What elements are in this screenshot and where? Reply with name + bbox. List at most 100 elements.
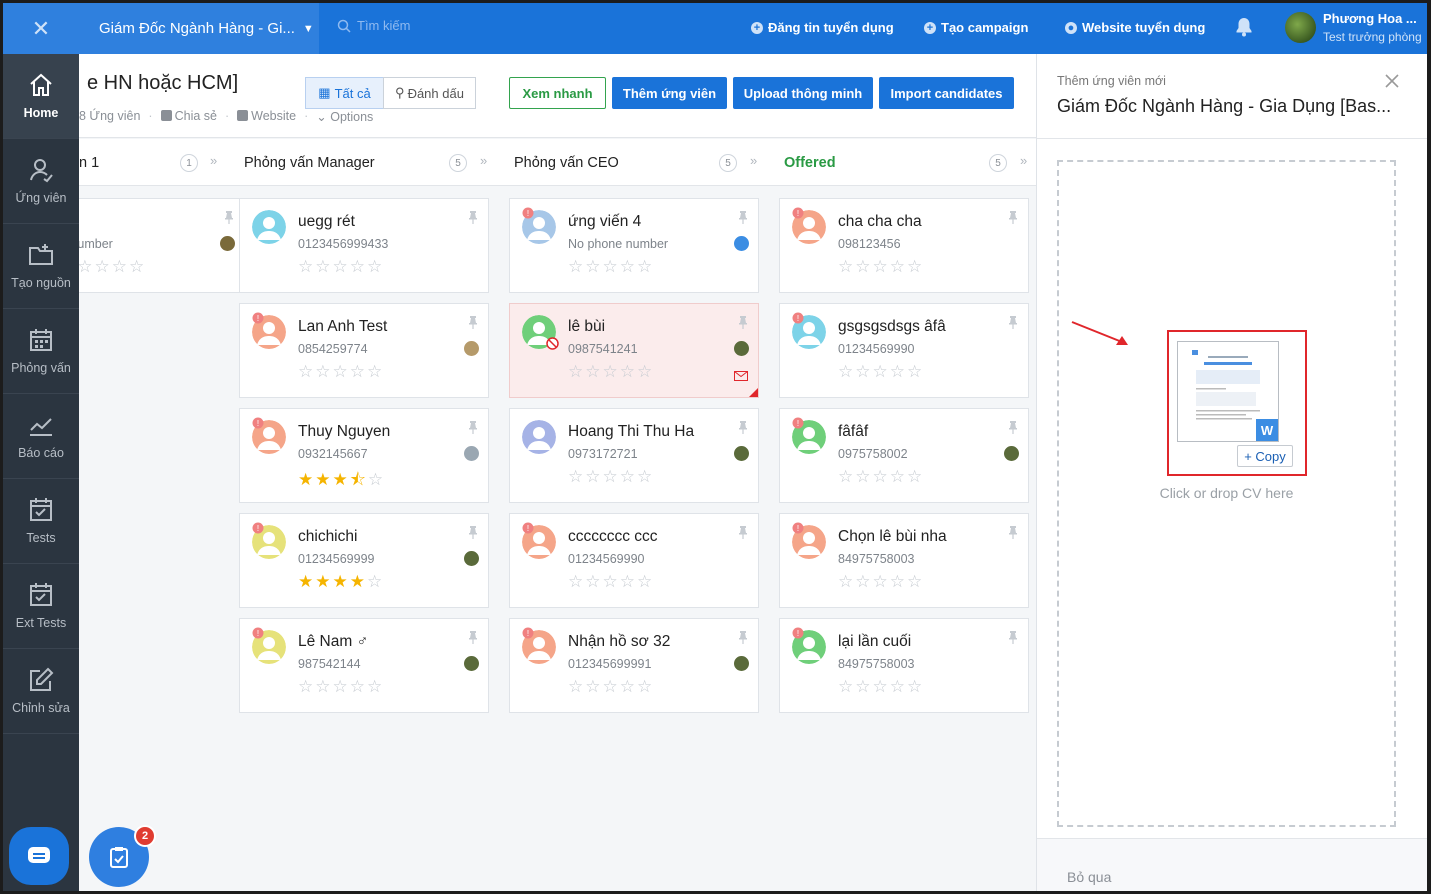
star-icon[interactable]: ★ (315, 572, 332, 591)
pin-icon[interactable] (738, 421, 748, 439)
star-icon[interactable]: ☆ (350, 362, 367, 381)
pin-icon[interactable] (738, 526, 748, 544)
rating-stars[interactable]: ☆☆☆☆☆ (838, 677, 924, 697)
sidebar-item-sourcing[interactable]: Tạo nguồn (3, 224, 79, 309)
star-icon[interactable]: ☆ (838, 467, 855, 486)
star-icon[interactable]: ★ (333, 470, 350, 489)
sidebar-item-tests[interactable]: Tests (3, 479, 79, 564)
star-icon[interactable]: ☆ (603, 572, 620, 591)
star-icon[interactable]: ☆ (890, 572, 907, 591)
star-icon[interactable]: ☆ (585, 257, 602, 276)
star-icon[interactable]: ☆ (873, 467, 890, 486)
user-name[interactable]: Phương Hoa ... (1323, 11, 1417, 26)
candidate-card[interactable]: Hoang Thi Thu Ha 0973172721 ☆☆☆☆☆ (509, 408, 759, 503)
stage-header[interactable]: Phỏng vấn CEO 5 » (514, 139, 776, 186)
star-icon[interactable]: ★ (298, 572, 315, 591)
star-icon[interactable]: ⯪ (350, 470, 368, 489)
star-icon[interactable]: ☆ (620, 467, 637, 486)
star-icon[interactable]: ☆ (315, 362, 332, 381)
close-icon[interactable]: ✕ (3, 3, 79, 54)
candidate-card[interactable]: ! cha cha cha 098123456 ☆☆☆☆☆ (779, 198, 1029, 293)
candidate-card[interactable]: uie number☆☆☆☆☆ (79, 198, 245, 293)
star-icon[interactable]: ☆ (855, 677, 872, 696)
star-icon[interactable]: ☆ (568, 362, 585, 381)
candidate-card[interactable]: ! Thuy Nguyen 0932145667 ★★★⯪☆ (239, 408, 489, 503)
post-job-link[interactable]: + Đăng tin tuyển dụng (751, 20, 894, 35)
star-icon[interactable]: ☆ (890, 677, 907, 696)
star-icon[interactable]: ☆ (637, 362, 654, 381)
filter-marked-button[interactable]: ⚲ Đánh dấu (383, 77, 476, 109)
star-icon[interactable]: ☆ (637, 257, 654, 276)
candidate-name[interactable]: gsgsgsdsgs âfâ (838, 318, 946, 336)
options-dropdown[interactable]: ⌄ Options (316, 109, 373, 124)
candidate-name[interactable]: Hoang Thi Thu Ha (568, 423, 694, 441)
sidebar-item-reports[interactable]: Báo cáo (3, 394, 79, 479)
candidate-card[interactable]: ! cccccccc ccc 01234569990 ☆☆☆☆☆ (509, 513, 759, 608)
star-icon[interactable]: ☆ (620, 362, 637, 381)
star-icon[interactable]: ★ (333, 572, 350, 591)
candidate-card[interactable]: ! lại lần cuối 84975758003 ☆☆☆☆☆ (779, 618, 1029, 713)
rating-stars[interactable]: ☆☆☆☆☆ (838, 362, 924, 382)
star-icon[interactable]: ☆ (838, 677, 855, 696)
star-icon[interactable]: ☆ (873, 572, 890, 591)
search-input[interactable]: Tìm kiếm (337, 18, 410, 33)
rating-stars[interactable]: ☆☆☆☆☆ (838, 467, 924, 487)
stage-header[interactable]: Offered 5 » (784, 139, 1036, 186)
star-icon[interactable]: ☆ (637, 467, 654, 486)
star-icon[interactable]: ☆ (333, 362, 350, 381)
star-icon[interactable]: ☆ (603, 677, 620, 696)
star-icon[interactable]: ☆ (568, 257, 585, 276)
star-icon[interactable]: ☆ (585, 362, 602, 381)
pin-icon[interactable] (468, 421, 478, 439)
add-candidate-button[interactable]: Thêm ứng viên (612, 77, 727, 109)
rating-stars[interactable]: ☆☆☆☆☆ (568, 362, 654, 382)
candidate-name[interactable]: Nhận hồ sơ 32 (568, 633, 670, 651)
candidate-name[interactable]: chichichi (298, 528, 357, 546)
cv-file-thumbnail[interactable]: W (1177, 341, 1279, 442)
star-icon[interactable]: ☆ (367, 257, 384, 276)
star-icon[interactable]: ☆ (333, 257, 350, 276)
candidate-name[interactable]: Thuy Nguyen (298, 423, 390, 441)
career-site-link[interactable]: ● Website tuyển dụng (1065, 20, 1205, 35)
pin-icon[interactable] (1008, 631, 1018, 649)
star-icon[interactable]: ☆ (367, 677, 384, 696)
rating-stars[interactable]: ☆☆☆☆☆ (838, 572, 924, 592)
star-icon[interactable]: ☆ (79, 257, 95, 276)
copy-button[interactable]: + Copy (1237, 445, 1293, 467)
cv-dropzone[interactable]: W + Copy Click or drop CV here (1057, 160, 1396, 827)
candidate-card[interactable]: ! chichichi 01234569999 ★★★★☆ (239, 513, 489, 608)
sidebar-item-interview[interactable]: Phỏng vấn (3, 309, 79, 394)
star-icon[interactable]: ☆ (890, 257, 907, 276)
star-icon[interactable]: ☆ (890, 467, 907, 486)
rating-stars[interactable]: ★★★⯪☆ (298, 467, 385, 496)
pin-icon[interactable] (224, 211, 234, 229)
share-link[interactable]: Chia sẻ (160, 109, 217, 124)
pin-icon[interactable] (468, 211, 478, 229)
create-campaign-link[interactable]: + Tạo campaign (924, 20, 1028, 35)
rating-stars[interactable]: ☆☆☆☆☆ (568, 257, 654, 277)
star-icon[interactable]: ☆ (603, 467, 620, 486)
candidate-card[interactable]: uegg rét 0123456999433 ☆☆☆☆☆ (239, 198, 489, 293)
candidate-card[interactable]: ! Lan Anh Test 0854259774 ☆☆☆☆☆ (239, 303, 489, 398)
pin-icon[interactable] (468, 631, 478, 649)
rating-stars[interactable]: ☆☆☆☆☆ (568, 677, 654, 697)
candidate-name[interactable]: Lê Nam ♂ (298, 633, 368, 651)
star-icon[interactable]: ☆ (112, 257, 129, 276)
rating-stars[interactable]: ☆☆☆☆☆ (298, 257, 384, 277)
close-icon[interactable] (1385, 74, 1399, 88)
candidate-card[interactable]: ! Chọn lê bùi nha 84975758003 ☆☆☆☆☆ (779, 513, 1029, 608)
rating-stars[interactable]: ☆☆☆☆☆ (838, 257, 924, 277)
candidate-name[interactable]: cha cha cha (838, 213, 922, 231)
stage-header[interactable]: Phỏng vấn Manager 5 » (244, 139, 506, 186)
candidate-name[interactable]: Chọn lê bùi nha (838, 528, 947, 546)
star-icon[interactable]: ☆ (855, 257, 872, 276)
star-icon[interactable]: ☆ (315, 677, 332, 696)
star-icon[interactable]: ☆ (603, 257, 620, 276)
candidate-name[interactable]: uegg rét (298, 213, 355, 231)
quick-view-button[interactable]: Xem nhanh (509, 77, 606, 109)
candidate-name[interactable]: lại lần cuối (838, 633, 911, 651)
rating-stars[interactable]: ☆☆☆☆☆ (298, 362, 384, 382)
user-avatar[interactable] (1285, 12, 1316, 43)
pin-icon[interactable] (1008, 526, 1018, 544)
star-icon[interactable]: ☆ (350, 677, 367, 696)
